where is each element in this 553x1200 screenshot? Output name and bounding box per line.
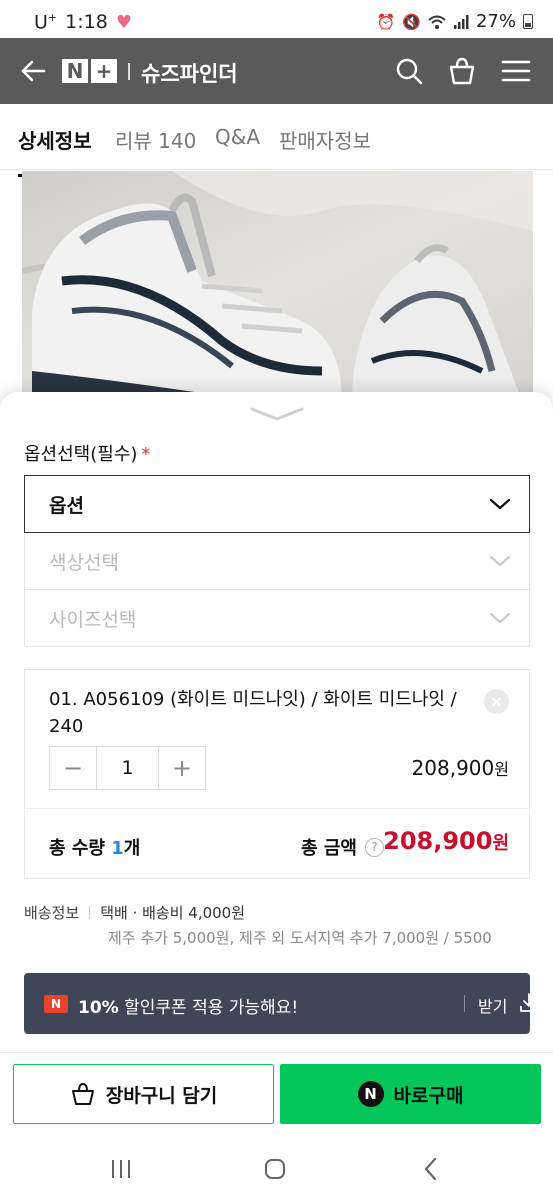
option-select-label: 옵션 [49,494,84,517]
option-bottom-sheet: 옵션선택(필수) * 옵션 색상선택 사이즈선택 01. A056109 (화이트… [0,392,553,1052]
shipping-info: 배송정보 택배 · 배송비 4,000원 [24,902,245,923]
collapse-handle-icon[interactable] [250,406,304,422]
logo-plus: + [91,59,117,83]
status-left: U+ 1:18 ♥ [34,11,132,33]
remove-option-icon[interactable]: × [484,689,509,714]
signal-icon [453,14,469,29]
tab-details[interactable]: 상세정보 [18,125,92,177]
quantity-input[interactable]: 1 [96,747,159,789]
add-to-cart-label: 장바구니 담기 [105,1084,218,1107]
color-select-label: 색상선택 [49,551,119,574]
tab-seller-info[interactable]: 판매자정보 [279,125,371,154]
naver-badge-icon: N [44,995,68,1013]
quantity-stepper: − 1 + [49,746,206,790]
total-amount-label: 총 금액 ? [301,834,384,860]
status-right: ⏰ 🔇 27% [377,11,533,32]
recent-apps-icon[interactable] [108,1156,134,1182]
naver-plus-logo[interactable]: N + [62,59,117,83]
color-select[interactable]: 색상선택 [24,533,530,590]
naver-pay-icon: N [357,1081,384,1107]
store-name[interactable]: 슈즈파인더 [141,58,238,88]
option-label: 옵션선택(필수) * [24,444,151,465]
coupon-download-button[interactable]: 받기 [478,993,507,1017]
shipping-method: 택배 · 배송비 4,000원 [100,904,246,922]
home-icon[interactable] [262,1156,288,1182]
total-price: 208,900원 [383,827,509,855]
total-quantity: 총 수량 1개 [49,838,141,859]
coupon-text: 10% 할인쿠폰 적용 가능해요! [78,998,299,1018]
item-price: 208,900원 [411,756,509,780]
required-mark: * [141,444,151,465]
wifi-icon [428,15,446,29]
system-nav-bar [0,1136,553,1200]
tab-reviews[interactable]: 리뷰 140 [115,125,196,154]
option-select[interactable]: 옵션 [24,475,530,533]
add-to-cart-button[interactable]: 장바구니 담기 [13,1064,274,1124]
mute-icon: 🔇 [402,12,421,31]
shipping-extra: 제주 추가 5,000원, 제주 외 도서지역 추가 7,000원 / 5500 [108,929,492,947]
selected-option-box: 01. A056109 (화이트 미드나잇) / 화이트 미드나잇 / 240 … [24,669,530,879]
size-select[interactable]: 사이즈선택 [24,590,530,647]
quantity-minus-button[interactable]: − [50,747,96,789]
menu-icon[interactable] [501,56,531,86]
size-select-label: 사이즈선택 [49,608,137,631]
back-arrow-icon[interactable] [18,56,48,86]
help-icon[interactable]: ? [364,837,384,857]
logo-n: N [62,59,88,83]
coupon-banner[interactable]: N 10% 할인쿠폰 적용 가능해요! 받기 [24,973,538,1034]
carrier: U+ [34,11,58,34]
search-icon[interactable] [394,56,424,86]
product-tabs: 상세정보 리뷰 140 Q&A 판매자정보 [0,104,553,177]
product-image [22,171,533,401]
chevron-down-icon [490,613,510,623]
heart-icon: ♥ [115,11,132,33]
clock: 1:18 [65,11,108,34]
divider [25,808,529,809]
battery-icon [523,14,533,29]
alarm-icon: ⏰ [376,12,396,31]
header-divider [128,63,130,80]
quantity-plus-button[interactable]: + [159,747,205,789]
buy-now-label: 바로구매 [393,1084,464,1107]
shopping-bag-icon [71,1082,94,1105]
purchase-bar: 장바구니 담기 N 바로구매 [0,1052,553,1136]
tab-qna[interactable]: Q&A [215,125,260,149]
shopping-bag-icon[interactable] [447,56,477,86]
app-header: N + 슈즈파인더 [0,38,553,104]
shipping-label: 배송정보 [24,904,80,922]
battery-percent: 27% [475,11,516,32]
buy-now-button[interactable]: N 바로구매 [280,1064,541,1124]
selected-item-name: 01. A056109 (화이트 미드나잇) / 화이트 미드나잇 / 240 [49,689,457,737]
download-icon[interactable] [518,992,540,1014]
divider [464,995,465,1012]
status-bar: U+ 1:18 ♥ ⏰ 🔇 27% [0,0,553,38]
nav-back-icon[interactable] [418,1156,444,1182]
chevron-down-icon [490,556,510,566]
chevron-down-icon [489,498,511,510]
